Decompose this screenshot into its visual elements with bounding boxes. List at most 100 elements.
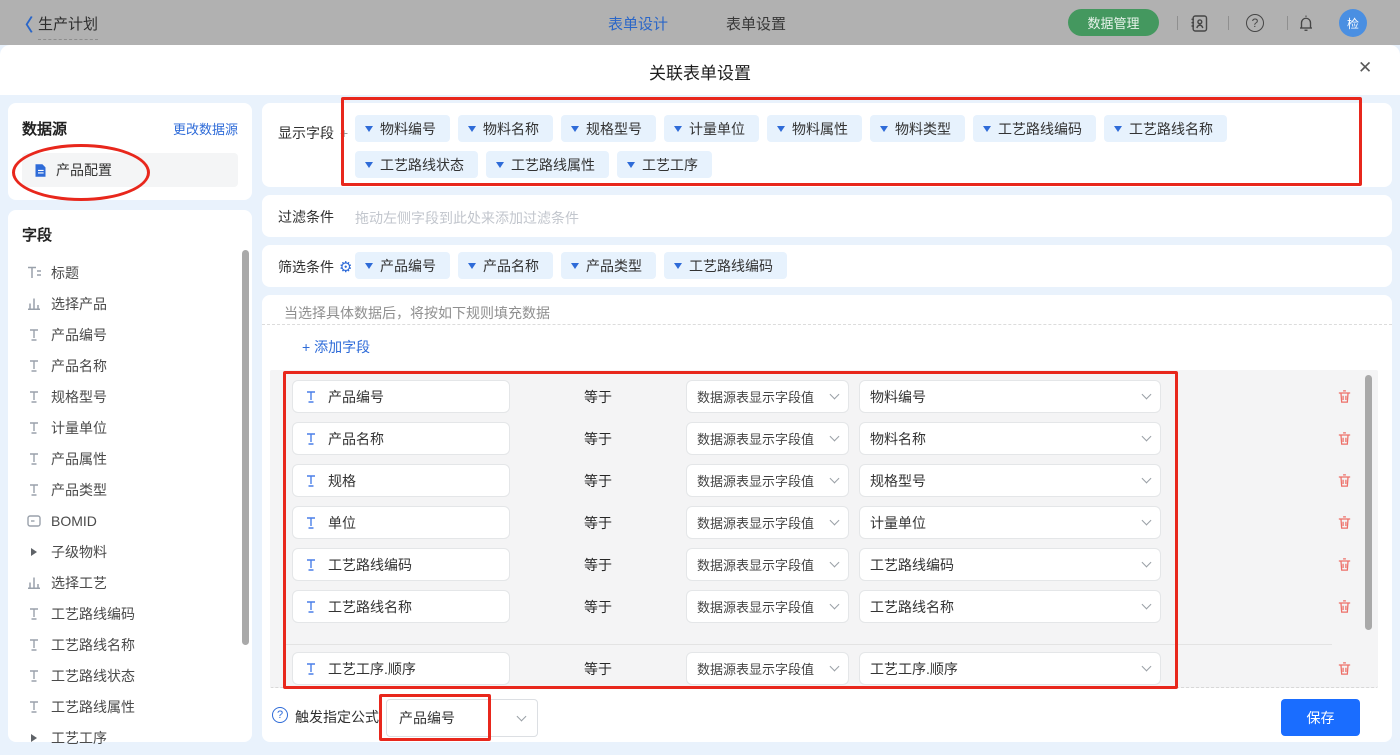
text-field-icon [303,663,319,675]
field-item-route-attr[interactable]: 工艺路线属性 [22,691,238,722]
rule-source-select[interactable]: 数据源表显示字段值 [686,380,849,413]
rule-source-select[interactable]: 数据源表显示字段值 [686,464,849,497]
trash-icon[interactable] [1336,556,1353,578]
rule-field-box[interactable]: 产品编号 [292,380,510,413]
rule-value-select[interactable]: 规格型号 [859,464,1161,497]
screen-tag[interactable]: 工艺路线编码 [664,252,787,279]
caret-down-icon[interactable] [880,126,888,132]
chevron-down-icon [830,662,840,672]
caret-down-icon[interactable] [983,126,991,132]
caret-down-icon[interactable] [571,126,579,132]
chevron-down-icon [1142,600,1152,610]
field-item-process-step[interactable]: 工艺工序 [22,722,238,753]
display-tag[interactable]: 工艺工序 [617,151,712,178]
caret-down-icon[interactable] [627,162,635,168]
gear-icon[interactable]: ⚙ [339,259,352,276]
rule-source-select[interactable]: 数据源表显示字段值 [686,548,849,581]
display-tag[interactable]: 工艺路线属性 [486,151,609,178]
avatar[interactable]: 检 [1339,9,1367,37]
help-icon[interactable]: ? [1244,12,1266,34]
rule-source-select[interactable]: 数据源表显示字段值 [686,422,849,455]
rule-source-select[interactable]: 数据源表显示字段值 [686,506,849,539]
caret-down-icon[interactable] [365,263,373,269]
tab-form-settings[interactable]: 表单设置 [726,13,786,34]
caret-down-icon[interactable] [365,126,373,132]
field-item-child-material[interactable]: 子级物料 [22,536,238,567]
caret-down-icon[interactable] [777,126,785,132]
add-field-link[interactable]: + 添加字段 [302,337,370,357]
trash-icon[interactable] [1336,660,1353,682]
field-item-select-product[interactable]: 选择产品 [22,288,238,319]
display-tag[interactable]: 工艺路线编码 [973,115,1096,142]
screen-tag[interactable]: 产品编号 [355,252,450,279]
filter-dropzone-placeholder[interactable]: 拖动左侧字段到此处来添加过滤条件 [355,208,579,228]
display-tag[interactable]: 工艺路线状态 [355,151,478,178]
field-item-route-code[interactable]: 工艺路线编码 [22,598,238,629]
field-item-product-attr[interactable]: 产品属性 [22,443,238,474]
trash-icon[interactable] [1336,430,1353,452]
fields-scrollbar[interactable] [242,250,249,645]
display-tag[interactable]: 规格型号 [561,115,656,142]
field-item-select-process[interactable]: 选择工艺 [22,567,238,598]
back-chevron-icon[interactable]: 〈 [16,11,33,36]
rule-field-box[interactable]: 工艺路线编码 [292,548,510,581]
caret-down-icon[interactable] [674,263,682,269]
rule-source-select[interactable]: 数据源表显示字段值 [686,590,849,623]
caret-down-icon[interactable] [1114,126,1122,132]
caret-down-icon[interactable] [468,126,476,132]
screen-tag[interactable]: 产品名称 [458,252,553,279]
display-tag[interactable]: 物料编号 [355,115,450,142]
close-icon[interactable]: ✕ [1358,58,1372,78]
rules-scrollbar[interactable] [1365,375,1372,630]
display-tag[interactable]: 物料类型 [870,115,965,142]
notification-bell-icon[interactable] [1295,12,1317,34]
trash-icon[interactable] [1336,388,1353,410]
display-tag[interactable]: 计量单位 [664,115,759,142]
rule-value-select[interactable]: 工艺工序.顺序 [859,652,1161,685]
display-tag[interactable]: 物料属性 [767,115,862,142]
caret-down-icon[interactable] [674,126,682,132]
chart-bars-icon [26,297,42,310]
field-item-product-name[interactable]: 产品名称 [22,350,238,381]
display-tag[interactable]: 工艺路线名称 [1104,115,1227,142]
screen-tag[interactable]: 产品类型 [561,252,656,279]
caret-down-icon[interactable] [571,263,579,269]
data-management-button[interactable]: 数据管理 [1068,9,1159,36]
field-item-product-type[interactable]: 产品类型 [22,474,238,505]
caret-down-icon[interactable] [468,263,476,269]
rule-value-select[interactable]: 工艺路线名称 [859,590,1161,623]
trash-icon[interactable] [1336,472,1353,494]
trash-icon[interactable] [1336,514,1353,536]
field-item-unit[interactable]: 计量单位 [22,412,238,443]
rule-field-box[interactable]: 产品名称 [292,422,510,455]
change-datasource-link[interactable]: 更改数据源 [173,119,238,138]
field-item-route-status[interactable]: 工艺路线状态 [22,660,238,691]
caret-down-icon[interactable] [365,162,373,168]
caret-down-icon[interactable] [496,162,504,168]
field-item-route-name[interactable]: 工艺路线名称 [22,629,238,660]
contact-book-icon[interactable] [1188,12,1210,34]
field-item-title[interactable]: 标题 [22,257,238,288]
rule-field-box[interactable]: 单位 [292,506,510,539]
rule-field-box[interactable]: 工艺工序.顺序 [292,652,510,685]
rule-field-box[interactable]: 规格 [292,464,510,497]
rule-value-select[interactable]: 物料编号 [859,380,1161,413]
trigger-field-select[interactable]: 产品编号 [386,699,538,737]
field-item-product-code[interactable]: 产品编号 [22,319,238,350]
display-tag[interactable]: 物料名称 [458,115,553,142]
tab-form-design[interactable]: 表单设计 [608,13,668,34]
rule-value-select[interactable]: 物料名称 [859,422,1161,455]
field-item-bomid[interactable]: BOMID [22,505,238,536]
rule-field-box[interactable]: 工艺路线名称 [292,590,510,623]
page-title[interactable]: 生产计划 [38,13,98,34]
rule-value-select[interactable]: 工艺路线编码 [859,548,1161,581]
rule-source-select[interactable]: 数据源表显示字段值 [686,652,849,685]
text-field-icon [303,601,319,613]
add-display-field-button[interactable]: + [340,125,348,141]
rule-value-select[interactable]: 计量单位 [859,506,1161,539]
field-item-spec-model[interactable]: 规格型号 [22,381,238,412]
datasource-item-product-config[interactable]: 产品配置 [22,153,238,187]
save-button[interactable]: 保存 [1281,699,1360,736]
trash-icon[interactable] [1336,598,1353,620]
help-circle-icon[interactable]: ? [272,707,288,723]
